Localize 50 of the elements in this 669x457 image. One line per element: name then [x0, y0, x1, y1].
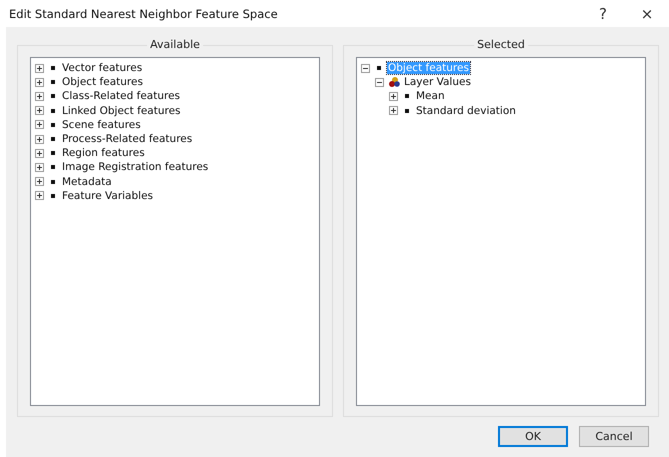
help-button[interactable]: ?: [581, 0, 625, 27]
bullet-icon: [405, 94, 409, 98]
ok-button[interactable]: OK: [498, 426, 568, 447]
tree-item[interactable]: Mean: [415, 90, 446, 102]
expand-icon[interactable]: [35, 191, 44, 200]
close-button[interactable]: ×: [625, 0, 669, 27]
expand-icon[interactable]: [35, 64, 44, 73]
bullet-icon: [51, 80, 55, 84]
expand-icon[interactable]: [35, 106, 44, 116]
expand-icon[interactable]: [35, 162, 44, 172]
expand-icon[interactable]: [35, 120, 44, 130]
tree-list[interactable]: Vector features Object features Class-Related features Linked Object features Scene features Process-Related features Region features Image Registration features Metadata Feature Variables: [30, 57, 320, 406]
tree-list[interactable]: Object features Layer Values Mean Standard deviation: [356, 57, 646, 406]
bullet-icon: [51, 194, 55, 198]
tree-item[interactable]: Feature Variables: [61, 190, 154, 202]
bullet-icon: [51, 165, 55, 170]
bullet-icon: [51, 66, 55, 70]
tree-item[interactable]: Region features: [61, 147, 146, 160]
bullet-icon: [51, 108, 55, 113]
bullet-icon: [51, 151, 55, 156]
window-title: Edit Standard Nearest Neighbor Feature Space: [9, 6, 279, 20]
tree-item[interactable]: Process-Related features: [61, 133, 194, 146]
group-title: Available: [147, 38, 203, 51]
collapse-icon[interactable]: [375, 78, 384, 87]
tree-item[interactable]: Scene features: [61, 118, 142, 131]
expand-icon[interactable]: [35, 92, 44, 101]
cancel-button[interactable]: Cancel: [579, 426, 649, 447]
expand-icon[interactable]: [35, 148, 44, 158]
bullet-icon: [51, 180, 55, 184]
tree-item[interactable]: Class-Related features: [61, 90, 182, 102]
tree-item[interactable]: Image Registration features: [61, 161, 210, 174]
bullet-icon: [51, 94, 55, 98]
expand-icon[interactable]: [35, 134, 44, 144]
tree-item[interactable]: Standard deviation: [415, 104, 517, 117]
bullet-icon: [51, 122, 55, 127]
layers-icon: [389, 77, 400, 88]
bullet-icon: [51, 137, 55, 142]
tree-item[interactable]: Metadata: [61, 176, 113, 188]
tree-item[interactable]: Vector features: [61, 62, 144, 74]
tree-item[interactable]: Layer Values: [403, 76, 472, 88]
tree-item[interactable]: Linked Object features: [61, 104, 182, 117]
expand-icon[interactable]: [35, 177, 44, 186]
tree-item[interactable]: Object features: [61, 76, 144, 88]
expand-icon[interactable]: [389, 92, 398, 101]
expand-icon[interactable]: [389, 106, 398, 116]
bullet-icon: [405, 108, 409, 113]
expand-icon[interactable]: [35, 78, 44, 87]
collapse-icon[interactable]: [361, 64, 370, 73]
group-title: Selected: [474, 38, 528, 51]
bullet-icon: [377, 66, 381, 70]
